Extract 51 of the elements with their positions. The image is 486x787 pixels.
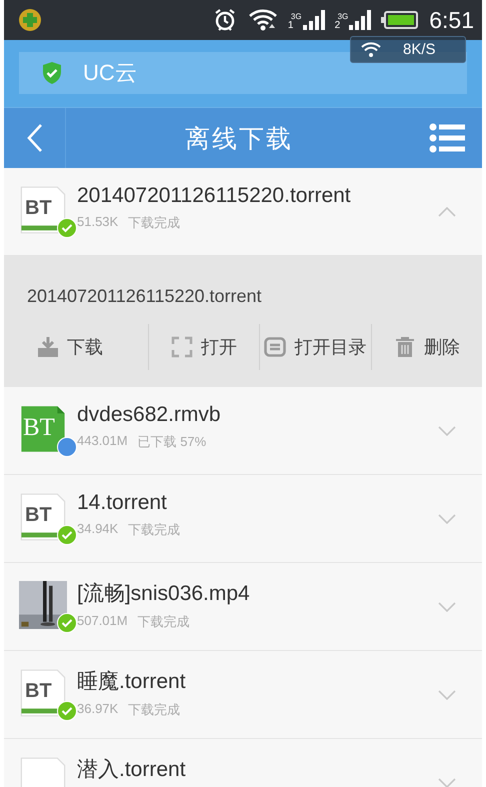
action-button[interactable]: 删除 <box>372 324 482 370</box>
file-icon: BT <box>19 186 67 234</box>
file-name: 潜入.torrent <box>77 757 187 783</box>
network-type: 3G <box>338 13 348 21</box>
action-button[interactable]: 下载 <box>27 324 148 370</box>
expand-icon <box>170 336 193 358</box>
file-size: 443.01M <box>77 433 128 450</box>
file-size: 507.01M <box>77 613 128 630</box>
download-status: 下载完成 <box>138 613 190 631</box>
wifi-icon <box>361 42 381 58</box>
caret-up-icon <box>438 207 456 217</box>
file-name: 14.torrent <box>77 491 168 515</box>
download-status: 下载完成 <box>128 701 180 719</box>
file-name: 201407201126115220.torrent <box>27 286 263 307</box>
speed-text: 8K/S <box>403 41 436 58</box>
battery-icon <box>381 10 420 30</box>
file-name: 201407201126115220.torrent <box>77 184 352 208</box>
caret-down-icon <box>438 602 456 612</box>
shield-check-icon <box>41 61 63 85</box>
signal-icon <box>349 9 372 31</box>
signal-icon <box>302 9 325 31</box>
file-icon: BT <box>19 669 67 717</box>
caret-down-icon <box>438 778 456 787</box>
sim-number: 2 <box>334 21 340 31</box>
list-icon <box>264 336 286 358</box>
file-name: [流畅]snis036.mp4 <box>77 581 251 607</box>
wifi-icon <box>248 7 278 33</box>
caret-down-icon <box>438 514 456 524</box>
sim-number: 1 <box>288 21 294 31</box>
banner-label: UC云 <box>83 59 137 87</box>
file-name: dvdes682.rmvb <box>77 403 222 427</box>
download-status: 已下载 57% <box>138 433 206 451</box>
file-size: 51.53K <box>77 214 118 231</box>
caret-down-icon <box>438 426 456 436</box>
caret-down-icon <box>438 690 456 700</box>
file-icon: BT <box>19 405 67 453</box>
download-status: 下载完成 <box>128 521 180 539</box>
download-status: 下载完成 <box>128 214 180 232</box>
network-type: 3G <box>290 13 302 21</box>
clock-time: 6:51 <box>429 6 474 34</box>
file-name: 睡魔.torrent <box>77 669 187 695</box>
file-icon: BT <box>19 493 67 541</box>
action-button[interactable]: 打开目录 <box>260 324 370 370</box>
action-button[interactable]: 打开 <box>148 324 259 370</box>
file-size: 36.97K <box>77 701 118 718</box>
app-logo-icon <box>18 8 42 32</box>
trash-icon <box>394 336 416 358</box>
menu-icon <box>429 123 465 153</box>
download-icon <box>37 336 59 358</box>
file-size: 34.94K <box>77 521 118 538</box>
page-title: 离线下载 <box>184 124 294 154</box>
